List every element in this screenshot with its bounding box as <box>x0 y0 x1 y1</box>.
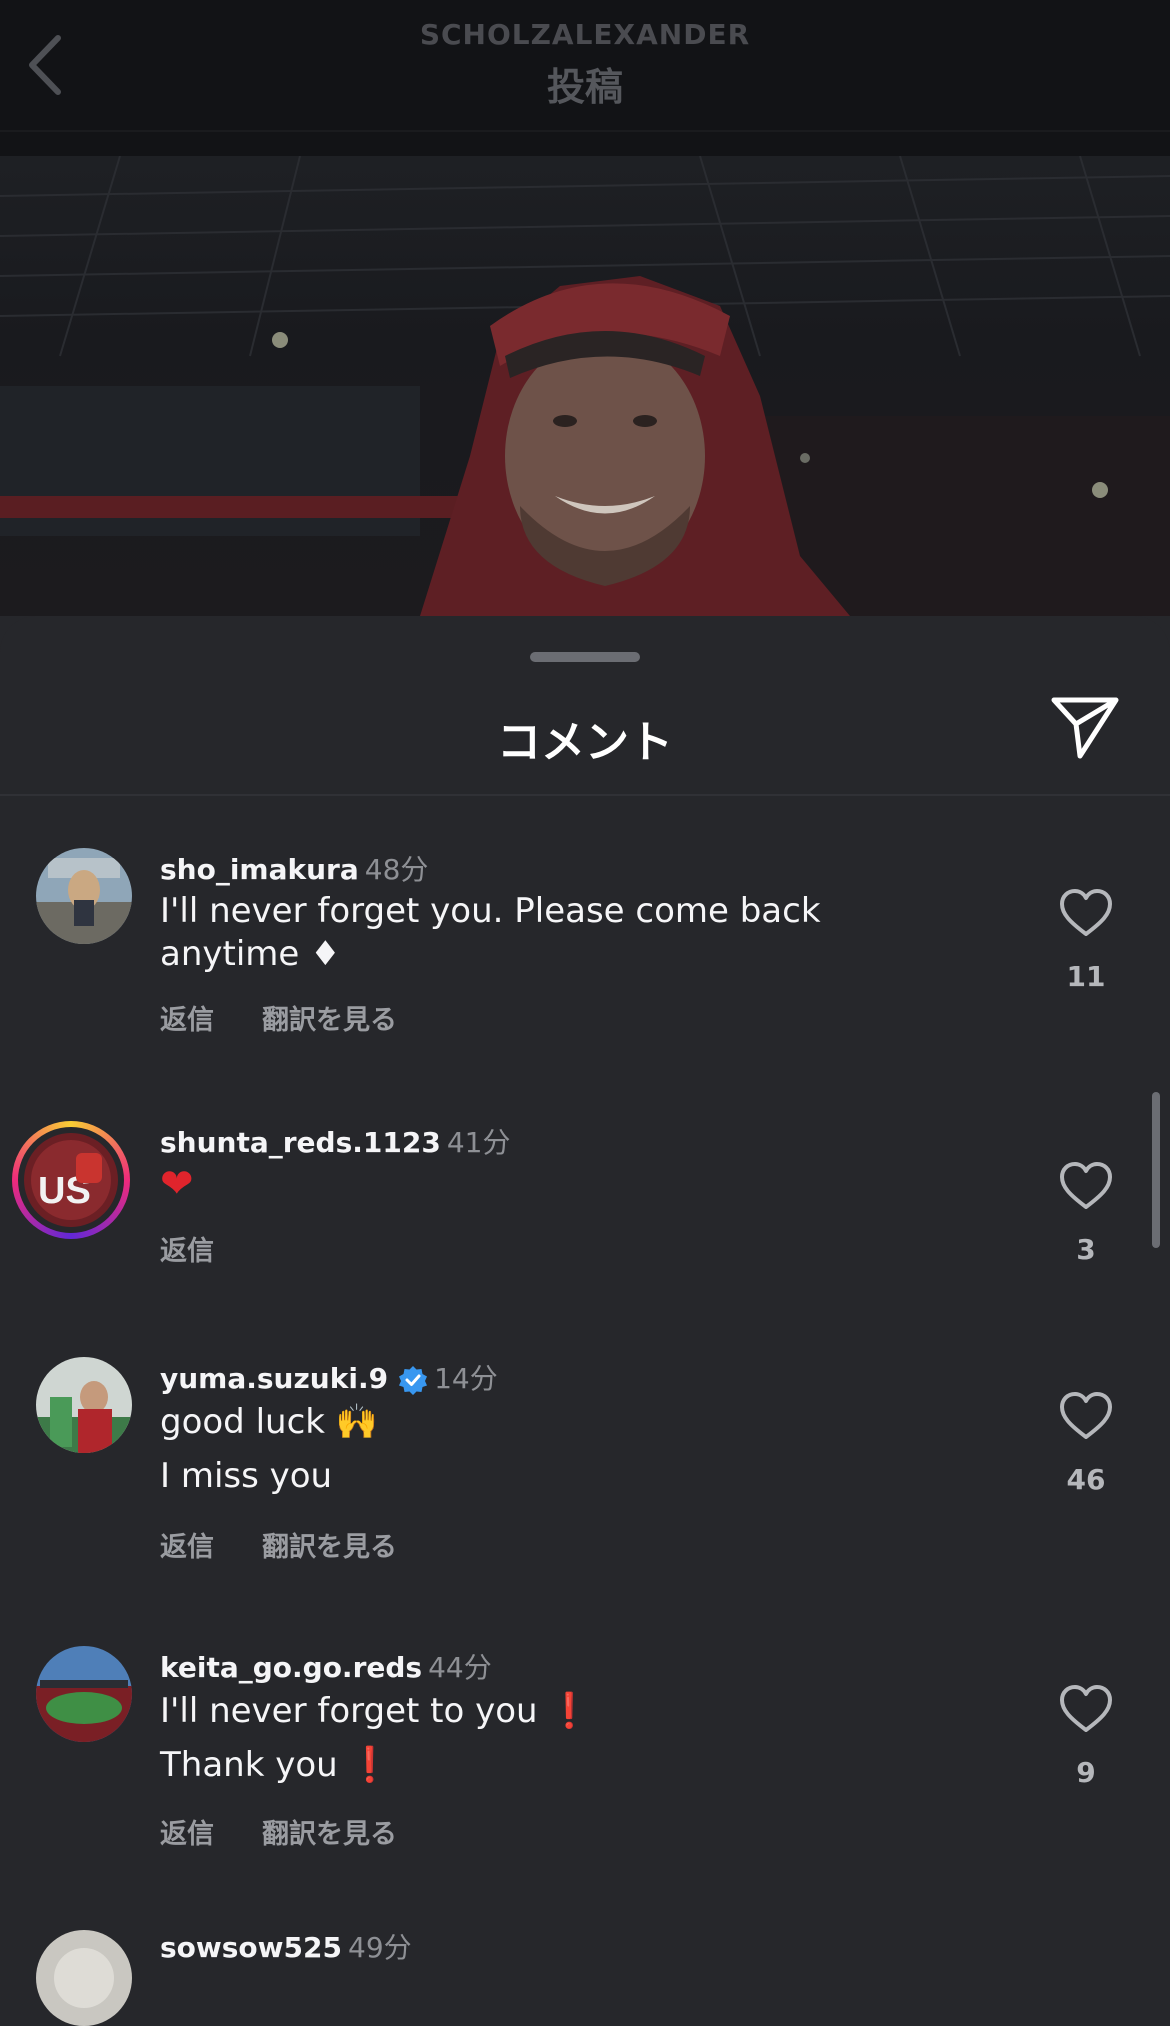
reply-button[interactable]: 返信 <box>160 1532 214 1563</box>
avatar[interactable] <box>36 1357 132 1453</box>
scrollbar[interactable] <box>1152 1092 1160 1248</box>
top-navigation-bar: SCHOLZALEXANDER 投稿 <box>0 0 1170 132</box>
reply-button[interactable]: 返信 <box>160 1819 214 1850</box>
comment-text-line: I'll never forget to you ❗ <box>160 1691 591 1731</box>
comment-username[interactable]: sho_imakura <box>160 853 359 886</box>
see-translation-button[interactable]: 翻訳を見る <box>262 1005 397 1036</box>
avatar[interactable] <box>36 1646 132 1742</box>
avatar-image <box>36 1357 132 1453</box>
sheet-title: コメント <box>497 717 673 768</box>
comment-text-line: anytime ♦ <box>160 934 341 974</box>
comment-text: I'll never forget to you ❗ Thank you ❗ <box>160 1690 880 1787</box>
reply-button[interactable]: 返信 <box>160 1005 214 1036</box>
comment-text-line: I miss you <box>160 1456 333 1496</box>
comment-meta: shunta_reds.1123 41分 <box>160 1121 510 1161</box>
comment-actions: 返信 <box>160 1229 262 1268</box>
comment-text: I'll never forget you. Please come back … <box>160 890 880 976</box>
heart-outline-icon <box>1060 889 1112 936</box>
comment-text-line: good luck 🙌 <box>160 1402 379 1442</box>
sheet-grabber[interactable] <box>530 652 640 662</box>
heart-outline-icon <box>1060 1685 1112 1732</box>
comment-time: 14分 <box>434 1362 498 1395</box>
comment-meta: sowsow525 49分 <box>160 1926 412 1966</box>
comment-time: 41分 <box>446 1126 511 1159</box>
avatar-image <box>36 1930 132 2026</box>
like-count: 3 <box>1076 1233 1096 1266</box>
comment-username[interactable]: keita_go.go.reds <box>160 1651 422 1684</box>
like-count: 9 <box>1076 1756 1096 1789</box>
avatar[interactable] <box>36 1930 132 2026</box>
comment-actions: 返信 翻訳を見る <box>160 1812 445 1851</box>
like-button[interactable] <box>1058 1391 1114 1441</box>
comment-time: 49分 <box>348 1931 412 1964</box>
like-count: 11 <box>1066 960 1106 993</box>
comment-actions: 返信 翻訳を見る <box>160 998 445 1037</box>
comment-username[interactable]: sowsow525 <box>160 1931 342 1964</box>
page-title: 投稿 <box>546 65 623 109</box>
share-send-icon <box>1051 697 1119 759</box>
avatar-story-ring[interactable]: US <box>12 1121 130 1239</box>
avatar[interactable] <box>36 848 132 944</box>
like-button[interactable] <box>1058 888 1114 938</box>
post-author-username: SCHOLZALEXANDER <box>419 18 751 51</box>
comment-text: ❤ <box>160 1163 880 1206</box>
comment-text: good luck 🙌 I miss you <box>160 1401 880 1498</box>
avatar-image <box>36 848 132 944</box>
post-photo-illustration <box>0 156 1170 616</box>
like-count: 46 <box>1066 1463 1106 1496</box>
header-gap <box>0 132 1170 156</box>
comment-meta: yuma.suzuki.9 14分 <box>160 1357 498 1397</box>
comment-username[interactable]: shunta_reds.1123 <box>160 1126 441 1159</box>
see-translation-button[interactable]: 翻訳を見る <box>262 1532 397 1563</box>
reply-button[interactable]: 返信 <box>160 1236 214 1267</box>
like-button[interactable] <box>1058 1161 1114 1211</box>
heart-outline-icon <box>1060 1392 1112 1439</box>
comment-meta: keita_go.go.reds 44分 <box>160 1646 492 1686</box>
sheet-divider <box>0 794 1170 796</box>
see-translation-button[interactable]: 翻訳を見る <box>262 1819 397 1850</box>
comment-text-line: I'll never forget you. Please come back <box>160 891 821 931</box>
avatar-image <box>36 1646 132 1742</box>
like-button[interactable] <box>1058 1684 1114 1734</box>
comment-actions: 返信 翻訳を見る <box>160 1525 445 1564</box>
comment-time: 48分 <box>364 853 429 886</box>
heart-outline-icon <box>1060 1162 1112 1209</box>
verified-badge-icon <box>399 1366 428 1395</box>
avatar-image: US <box>24 1133 118 1227</box>
comment-meta: sho_imakura 48分 <box>160 848 428 888</box>
comment-time: 44分 <box>428 1651 492 1684</box>
comment-username[interactable]: yuma.suzuki.9 <box>160 1362 388 1395</box>
post-photo[interactable] <box>0 156 1170 616</box>
share-button[interactable] <box>1050 694 1120 760</box>
comment-text-line: ❤ <box>160 1161 194 1207</box>
comment-text-line: Thank you ❗ <box>160 1745 391 1785</box>
